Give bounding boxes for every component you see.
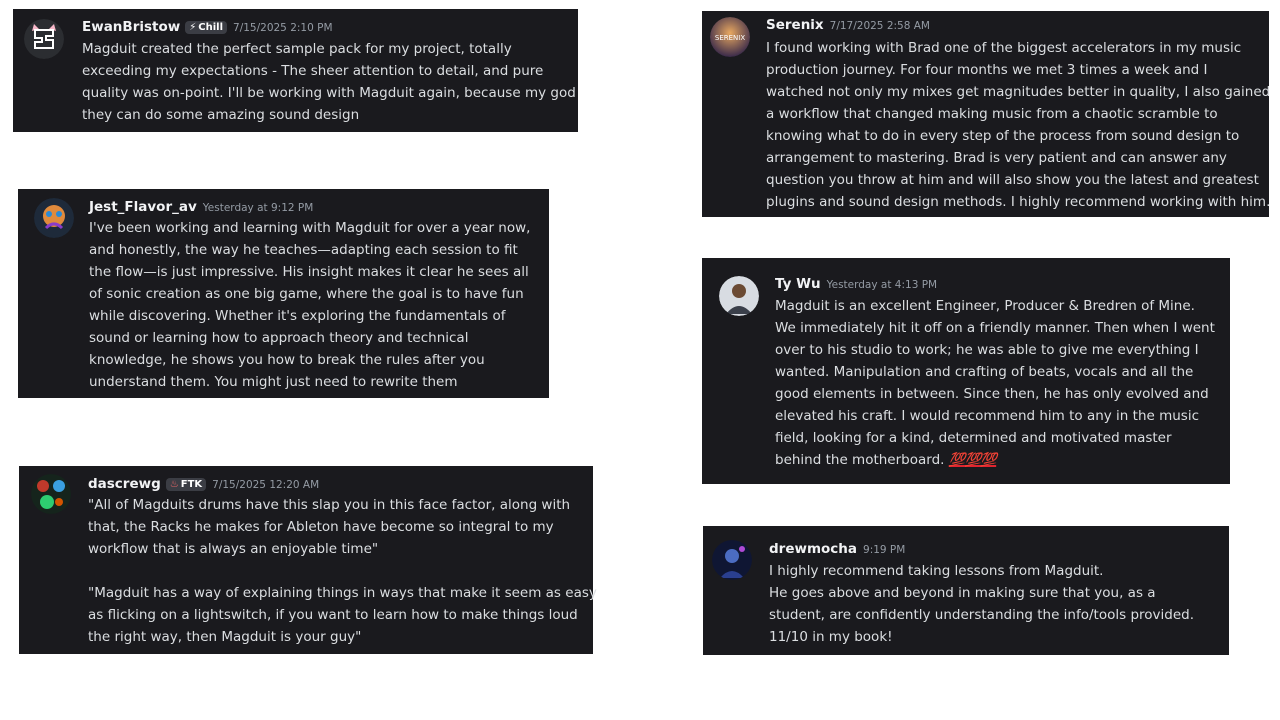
message-line: good elements in between. Since then, he… <box>775 386 1209 402</box>
message-line: of sonic creation as one big game, where… <box>89 286 524 302</box>
message-line: that, the Racks he makes for Ableton hav… <box>88 519 554 535</box>
illustrated-avatar-icon <box>31 474 71 514</box>
message-line: He goes above and beyond in making sure … <box>769 585 1156 601</box>
avatar-ewanbristow[interactable] <box>24 19 64 59</box>
message-line: and honestly, the way he teaches—adaptin… <box>89 242 518 258</box>
server-tag[interactable]: ♨ FTK <box>165 478 207 491</box>
review-card-jest-flavor-av: Jest_Flavor_av Yesterday at 9:12 PM I've… <box>18 189 549 398</box>
avatar-logo-text: SERENIX <box>715 34 745 42</box>
message-line: I highly recommend taking lessons from M… <box>769 563 1104 579</box>
message-line: behind the motherboard. 💯💯💯 <box>775 449 1215 471</box>
lightning-icon: ⚡ <box>189 22 197 33</box>
timestamp: 7/15/2025 2:10 PM <box>233 22 333 34</box>
message-line: workflow that is always an enjoyable tim… <box>88 541 379 557</box>
review-card-ty-wu: Ty Wu Yesterday at 4:13 PM Magduit is an… <box>702 258 1230 484</box>
serenix-logo-icon: SERENIX <box>710 17 750 57</box>
message-line: arrangement to mastering. Brad is very p… <box>766 150 1227 166</box>
author-name[interactable]: dascrewg <box>88 476 161 492</box>
timestamp: Yesterday at 4:13 PM <box>826 279 938 291</box>
timestamp: Yesterday at 9:12 PM <box>202 202 314 214</box>
message-line: knowledge, he shows you how to break the… <box>89 352 485 368</box>
illustrated-avatar-icon <box>34 198 74 238</box>
fire-icon: ♨ <box>169 479 179 490</box>
message-line: quality was on-point. I'll be working wi… <box>82 85 576 101</box>
message-line: student, are confidently understanding t… <box>769 607 1194 623</box>
author-name[interactable]: Serenix <box>766 17 824 33</box>
message-body: "All of Magduits drums have this slap yo… <box>88 494 597 648</box>
author-name[interactable]: Jest_Flavor_av <box>89 199 197 215</box>
review-card-drewmocha: drewmocha 9:19 PM I highly recommend tak… <box>703 526 1229 655</box>
author-name[interactable]: Ty Wu <box>775 276 821 292</box>
message-body: I've been working and learning with Magd… <box>89 217 530 393</box>
message-line: "All of Magduits drums have this slap yo… <box>88 497 571 513</box>
message-body: Magduit created the perfect sample pack … <box>82 38 576 126</box>
avatar-dascrewg[interactable] <box>31 474 71 514</box>
avatar-serenix[interactable]: SERENIX <box>710 17 750 57</box>
message-line: question you throw at him and will also … <box>766 172 1259 188</box>
review-card-ewanbristow: EwanBristow ⚡ Chill 7/15/2025 2:10 PM Ma… <box>13 9 578 132</box>
message-line: understand them. You might just need to … <box>89 374 458 390</box>
message-line: the flow—is just impressive. His insight… <box>89 264 529 280</box>
photo-avatar-icon <box>712 540 752 580</box>
message-line: a workflow that changed making music fro… <box>766 106 1218 122</box>
message-line: sound or learning how to approach theory… <box>89 330 469 346</box>
review-card-dascrewg: dascrewg ♨ FTK 7/15/2025 12:20 AM "All o… <box>19 466 597 654</box>
message-line: plugins and sound design methods. I high… <box>766 194 1271 210</box>
message-line: Magduit is an excellent Engineer, Produc… <box>775 298 1195 314</box>
message-line: over to his studio to work; he was able … <box>775 342 1199 358</box>
message-line: I found working with Brad one of the big… <box>766 40 1242 56</box>
message-line: watched not only my mixes get magnitudes… <box>766 84 1271 100</box>
message-line: We immediately hit it off on a friendly … <box>775 320 1215 336</box>
message-body: I found working with Brad one of the big… <box>766 37 1270 213</box>
message-line: the right way, then Magduit is your guy" <box>88 629 362 645</box>
message-line: they can do some amazing sound design <box>82 107 360 123</box>
message-line: exceeding my expectations - The sheer at… <box>82 63 544 79</box>
message-line: elevated his craft. I would recommend hi… <box>775 408 1200 424</box>
message-line: I've been working and learning with Magd… <box>89 220 531 236</box>
message-body: I highly recommend taking lessons from M… <box>769 560 1194 648</box>
server-tag[interactable]: ⚡ Chill <box>185 21 228 34</box>
message-line: as flicking on a lightswitch, if you wan… <box>88 607 578 623</box>
avatar-ty-wu[interactable] <box>719 276 759 316</box>
message-line: knowing what to do in every step of the … <box>766 128 1240 144</box>
author-name[interactable]: EwanBristow <box>82 19 180 35</box>
message-line: production journey. For four months we m… <box>766 62 1208 78</box>
message-line: 11/10 in my book! <box>769 629 893 645</box>
avatar-drewmocha[interactable] <box>712 540 752 580</box>
message-line: "Magduit has a way of explaining things … <box>88 585 597 601</box>
photo-avatar-icon <box>719 276 759 316</box>
message-line <box>88 560 597 582</box>
timestamp: 7/15/2025 12:20 AM <box>212 479 320 491</box>
server-tag-label: Chill <box>198 22 224 33</box>
hundred-points-icon: 💯💯💯 <box>948 452 997 468</box>
cat-logo-icon <box>24 19 64 59</box>
message-body: Magduit is an excellent Engineer, Produc… <box>775 295 1215 471</box>
message-line: while discovering. Whether it's explorin… <box>89 308 506 324</box>
timestamp: 7/17/2025 2:58 AM <box>829 20 930 32</box>
review-card-serenix: SERENIX Serenix 7/17/2025 2:58 AM I foun… <box>702 11 1270 217</box>
message-line: field, looking for a kind, determined an… <box>775 430 1172 446</box>
message-line: Magduit created the perfect sample pack … <box>82 41 512 57</box>
server-tag-label: FTK <box>180 479 203 490</box>
message-text: behind the motherboard. <box>775 452 945 468</box>
author-name[interactable]: drewmocha <box>769 541 857 557</box>
message-line: wanted. Manipulation and crafting of bea… <box>775 364 1194 380</box>
avatar-jest-flavor-av[interactable] <box>34 198 74 238</box>
timestamp: 9:19 PM <box>863 544 906 556</box>
